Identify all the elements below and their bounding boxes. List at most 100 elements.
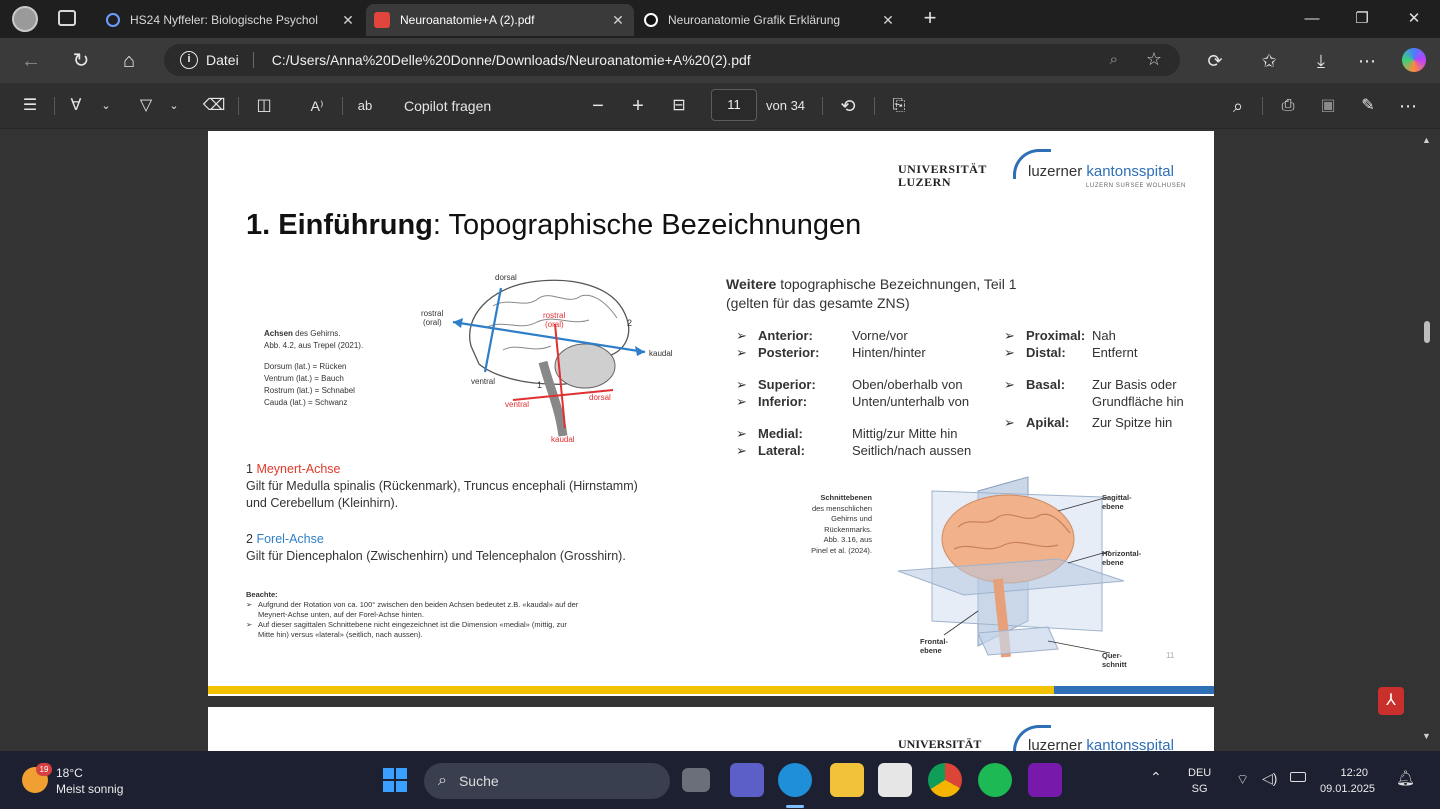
label-horizontal-1: Horizontal- <box>1102 549 1142 558</box>
clock[interactable]: 12:20 09.01.2025 <box>1320 765 1375 797</box>
show-hidden-icons[interactable]: ⌃ <box>1150 769 1162 786</box>
view-mode-icon[interactable]: ◫ <box>252 93 276 119</box>
tab-actions-icon[interactable] <box>58 10 76 26</box>
file-explorer-icon[interactable] <box>830 763 864 797</box>
teams-icon[interactable] <box>730 763 764 797</box>
favorite-star-icon[interactable]: ☆ <box>1146 49 1162 70</box>
scroll-up-icon[interactable]: ▲ <box>1422 135 1431 145</box>
contents-icon[interactable]: ☰ <box>18 93 42 119</box>
label-quer-2: schnitt <box>1102 660 1127 669</box>
tab-label: HS24 Nyffeler: Biologische Psychol <box>130 13 318 27</box>
save-icon[interactable]: ▣ <box>1316 93 1340 119</box>
tab-label: Neuroanatomie+A (2).pdf <box>400 13 535 27</box>
read-aloud-icon[interactable]: A⁾ <box>304 93 330 119</box>
copilot-icon[interactable] <box>1402 48 1426 72</box>
home-icon[interactable]: ⌂ <box>114 46 144 76</box>
right-heading-line2: (gelten für das gesamte ZNS) <box>726 295 910 311</box>
fig2-caption: Schnittebenen des menschlichen Gehirns u… <box>768 493 872 556</box>
pdf-viewer[interactable]: UNIVERSITÄT LUZERN luzerner kantonsspita… <box>0 129 1440 751</box>
more-menu-icon[interactable]: ⋯ <box>1352 46 1382 76</box>
fig2-caption-line: Rückenmarks. <box>824 524 872 534</box>
tab-hs24[interactable]: HS24 Nyffeler: Biologische Psychol ✕ <box>98 4 364 36</box>
battery-icon[interactable] <box>1290 772 1306 782</box>
tab-neuroanatomie-pdf[interactable]: Neuroanatomie+A (2).pdf ✕ <box>366 4 634 36</box>
pdf-toolbar: ☰ ∀ ⌄ ▽ ⌄ ⌫ ◫ A⁾ ab Copilot fragen − + ⊟… <box>0 83 1440 129</box>
page-number-input[interactable]: 11 <box>711 89 757 121</box>
pdf-page: UNIVERSITÄT LUZERN luzerner kantonsspita… <box>208 131 1214 696</box>
notification-bell-icon[interactable]: 🔔︎ <box>1396 769 1415 787</box>
reload-icon[interactable]: ↻ <box>66 46 96 76</box>
label-quer: Quer- schnitt <box>1102 651 1127 669</box>
toolbar-separator <box>342 97 343 115</box>
label-rostral-red: rostral <box>543 311 565 320</box>
eraser-icon[interactable]: ⌫ <box>202 93 226 119</box>
windows-start-icon[interactable] <box>383 768 407 792</box>
refresh-tracking-icon[interactable]: ⟳ <box>1200 46 1230 76</box>
store-icon[interactable] <box>878 763 912 797</box>
translate-icon[interactable]: ab <box>352 93 378 119</box>
new-tab-button[interactable]: + <box>916 4 944 32</box>
wifi-icon[interactable]: ⌔ <box>1236 771 1249 789</box>
close-window-icon[interactable]: ✕ <box>1398 6 1430 32</box>
lang-line1: DEU <box>1188 767 1212 779</box>
axis2-block: 2 Forel-Achse Gilt für Diencephalon (Zwi… <box>246 531 626 565</box>
minimize-icon[interactable]: — <box>1296 6 1328 32</box>
copilot-fragen-button[interactable]: Copilot fragen <box>404 93 516 119</box>
logo-uni-line2: LUZERN <box>898 175 952 189</box>
url-text[interactable]: C:/Users/Anna%20Delle%20Donne/Downloads/… <box>272 52 751 68</box>
downloads-icon[interactable]: ⤓ <box>1306 46 1336 76</box>
language-indicator[interactable]: DEU SG <box>1188 765 1211 797</box>
label-sagittal: Sagittal- ebene <box>1102 493 1132 511</box>
fig2-caption-line: Gehirns und <box>831 514 872 523</box>
fit-page-icon[interactable]: ⊟ <box>666 93 692 119</box>
info-icon[interactable]: i <box>180 51 198 69</box>
edge-icon[interactable] <box>778 763 812 797</box>
taskbar-search[interactable]: ⌕ Suche <box>424 763 670 799</box>
tab-grafik-erklaerung[interactable]: Neuroanatomie Grafik Erklärung ✕ <box>636 4 904 36</box>
highlight-icon[interactable]: ∀ <box>64 93 88 119</box>
address-bar[interactable]: i Datei C:/Users/Anna%20Delle%20Donne/Do… <box>164 44 1180 76</box>
back-icon[interactable]: ← <box>16 46 46 76</box>
terms-right: ➢ Proximal: Nah ➢ Distal: Entfernt ➢ Basal: Zu… <box>1004 327 1204 431</box>
cerebellum <box>554 343 616 389</box>
print-icon[interactable]: ⎙ <box>1276 93 1300 119</box>
weather-widget[interactable]: 18°C Meist sonnig <box>56 765 123 797</box>
tab-close-icon[interactable]: ✕ <box>610 12 626 29</box>
restore-icon[interactable]: ❐ <box>1346 6 1378 32</box>
more-options-icon[interactable]: ⋯ <box>1396 93 1420 119</box>
draw-icon[interactable]: ▽ <box>134 93 158 119</box>
acrobat-icon[interactable]: ⅄ <box>1378 687 1404 715</box>
search-icon[interactable]: ⌕ <box>1226 93 1250 119</box>
scrollbar[interactable]: ▲ ▼ <box>1420 129 1434 751</box>
onenote-icon[interactable] <box>1028 763 1062 797</box>
axis1-block: 1 Meynert-Achse Gilt für Medulla spinali… <box>246 461 638 512</box>
tab-close-icon[interactable]: ✕ <box>880 12 896 29</box>
task-view-icon[interactable] <box>682 768 710 792</box>
zoom-out-icon[interactable]: − <box>586 93 610 119</box>
fig2-caption-line: Abb. 3.16, aus <box>823 535 872 544</box>
scroll-down-icon[interactable]: ▼ <box>1422 731 1431 741</box>
address-separator <box>252 52 254 68</box>
save-as-icon[interactable]: ✎ <box>1356 93 1380 119</box>
active-app-indicator <box>786 805 804 808</box>
chevron-down-icon[interactable]: ⌄ <box>166 93 182 119</box>
favorites-icon[interactable]: ✩ <box>1254 46 1284 76</box>
profile-avatar[interactable] <box>12 6 38 32</box>
tab-close-icon[interactable]: ✕ <box>340 12 356 29</box>
term-label: Basal: <box>1026 377 1066 392</box>
label-horizontal: Horizontal- ebene <box>1102 549 1141 567</box>
logo-ks-b-next: kantonsspital <box>1086 737 1174 751</box>
zoom-in-icon[interactable]: + <box>626 93 650 119</box>
page-view-icon[interactable]: ⎘ <box>886 93 912 119</box>
fig1-caption-src: Abb. 4.2, aus Trepel (2021). <box>264 341 364 350</box>
axis1-name: Meynert-Achse <box>256 462 341 476</box>
term-row: ➢ Medial: Mittig/zur Mitte hin <box>736 426 958 441</box>
zoom-icon[interactable]: ⌕ <box>1110 51 1118 68</box>
spotify-icon[interactable] <box>978 763 1012 797</box>
chrome-icon[interactable] <box>928 763 962 797</box>
lang-line2: SG <box>1191 783 1208 795</box>
scrollbar-thumb[interactable] <box>1424 321 1430 343</box>
volume-icon[interactable]: ◁) <box>1262 770 1277 787</box>
chevron-down-icon[interactable]: ⌄ <box>98 93 114 119</box>
rotate-icon[interactable]: ⟲ <box>836 93 860 119</box>
